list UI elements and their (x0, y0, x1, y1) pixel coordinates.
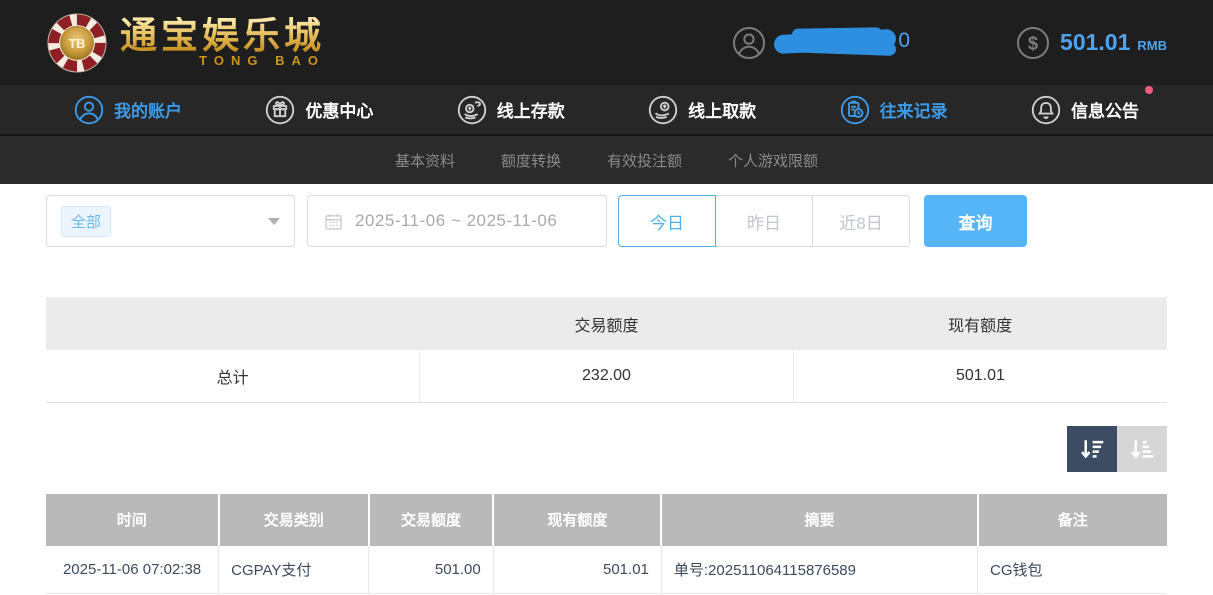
chevron-down-icon (268, 218, 280, 225)
redacted-username: 0 (774, 27, 906, 59)
subnav-item-valid-bets[interactable]: 有效投注额 (607, 150, 682, 171)
sub-nav: 基本资料 额度转换 有效投注额 个人游戏限额 (0, 136, 1213, 184)
nav-item-deposit[interactable]: 线上存款 (457, 95, 565, 125)
records-header-row: 时间 交易类别 交易额度 现有额度 摘要 备注 (46, 494, 1167, 546)
record-amount: 501.00 (369, 546, 493, 594)
records-header-remark: 备注 (978, 494, 1167, 546)
nav-label: 信息公告 (1071, 97, 1139, 122)
summary-header-row: 交易额度 现有额度 (46, 297, 1167, 350)
nav-item-withdraw[interactable]: 线上取款 (648, 95, 756, 125)
svg-text:$: $ (1028, 32, 1038, 53)
summary-total-label: 总计 (46, 350, 420, 402)
calendar-icon (323, 211, 344, 232)
balance-currency: RMB (1137, 32, 1167, 53)
quick-range-today[interactable]: 今日 (618, 195, 716, 247)
record-remark: CG钱包 (978, 546, 1167, 594)
deposit-icon (457, 95, 487, 125)
poker-chip-icon: TB (46, 12, 108, 74)
nav-item-transaction-records[interactable]: 往来记录 (840, 95, 948, 125)
summary-table: 交易额度 现有额度 总计 232.00 501.01 (46, 297, 1167, 403)
subnav-item-quota-transfer[interactable]: 额度转换 (501, 150, 561, 171)
summary-header-current-amount: 现有额度 (793, 297, 1167, 350)
nav-label: 优惠中心 (305, 97, 373, 122)
subnav-item-game-limits[interactable]: 个人游戏限额 (728, 150, 818, 171)
bell-icon (1031, 95, 1061, 125)
main-nav: 我的账户 优惠中心 线上存款 线上取款 (0, 85, 1213, 136)
summary-header-empty (46, 297, 420, 350)
record-type: CGPAY支付 (219, 546, 369, 594)
balance-display: $ 501.01 RMB (1016, 26, 1167, 60)
nav-label: 往来记录 (880, 97, 948, 122)
top-header: TB 通宝娱乐城 TONG BAO 0 $ 501.01 RMB (0, 0, 1213, 85)
date-range-input[interactable]: 2025-11-06 ~ 2025-11-06 (307, 195, 607, 247)
brand-name-en: TONG BAO (120, 53, 325, 68)
user-avatar-icon (732, 26, 766, 60)
records-icon (840, 95, 870, 125)
table-row: 2025-11-06 07:02:38 CGPAY支付 501.00 501.0… (46, 546, 1167, 594)
user-icon (74, 95, 104, 125)
dollar-circle-icon: $ (1016, 26, 1050, 60)
balance-amount: 501.01 (1060, 29, 1130, 56)
chip-label: TB (69, 36, 86, 50)
withdraw-icon (648, 95, 678, 125)
records-header-amount: 交易额度 (369, 494, 493, 546)
selected-type-tag: 全部 (61, 206, 111, 237)
nav-item-announcements[interactable]: 信息公告 (1031, 95, 1139, 125)
subnav-item-basic-info[interactable]: 基本资料 (395, 150, 455, 171)
records-header-balance: 现有额度 (493, 494, 661, 546)
sort-desc-icon (1077, 434, 1107, 464)
nav-label: 线上存款 (497, 97, 565, 122)
site-logo[interactable]: TB 通宝娱乐城 TONG BAO (46, 12, 325, 74)
gift-icon (265, 95, 295, 125)
username-visible-suffix: 0 (898, 29, 910, 53)
nav-label: 线上取款 (688, 97, 756, 122)
record-time: 2025-11-06 07:02:38 (46, 546, 219, 594)
records-header-time: 时间 (46, 494, 219, 546)
quick-range-last8days[interactable]: 近8日 (812, 195, 910, 247)
sort-asc-icon (1127, 434, 1157, 464)
filter-row: 全部 2025-11-06 ~ 2025-11-06 今日 昨日 近8日 查询 (46, 195, 1167, 247)
summary-total-transaction-amount: 232.00 (420, 350, 794, 402)
nav-item-promotions[interactable]: 优惠中心 (265, 95, 373, 125)
search-button[interactable]: 查询 (924, 195, 1027, 247)
sort-controls (46, 426, 1167, 472)
brand-name-zh: 通宝娱乐城 (120, 17, 325, 56)
quick-range-group: 今日 昨日 近8日 (618, 195, 910, 247)
notification-badge-dot (1145, 86, 1153, 94)
quick-range-yesterday[interactable]: 昨日 (715, 195, 813, 247)
sort-ascending-button[interactable] (1117, 426, 1167, 472)
date-range-value: 2025-11-06 ~ 2025-11-06 (355, 211, 557, 231)
nav-label: 我的账户 (114, 97, 182, 122)
summary-total-current-amount: 501.01 (793, 350, 1167, 402)
records-header-type: 交易类别 (219, 494, 369, 546)
nav-item-my-account[interactable]: 我的账户 (74, 95, 182, 125)
records-header-summary: 摘要 (661, 494, 977, 546)
main-content: 全部 2025-11-06 ~ 2025-11-06 今日 昨日 近8日 查询 … (0, 195, 1213, 594)
records-table: 时间 交易类别 交易额度 现有额度 摘要 备注 2025-11-06 07:02… (46, 494, 1167, 595)
summary-header-transaction-amount: 交易额度 (420, 297, 794, 350)
record-summary: 单号:202511064115876589 (661, 546, 977, 594)
transaction-type-select[interactable]: 全部 (46, 195, 295, 247)
summary-total-row: 总计 232.00 501.01 (46, 350, 1167, 402)
record-balance: 501.01 (493, 546, 661, 594)
user-info: 0 (732, 26, 906, 60)
sort-descending-button[interactable] (1067, 426, 1117, 472)
